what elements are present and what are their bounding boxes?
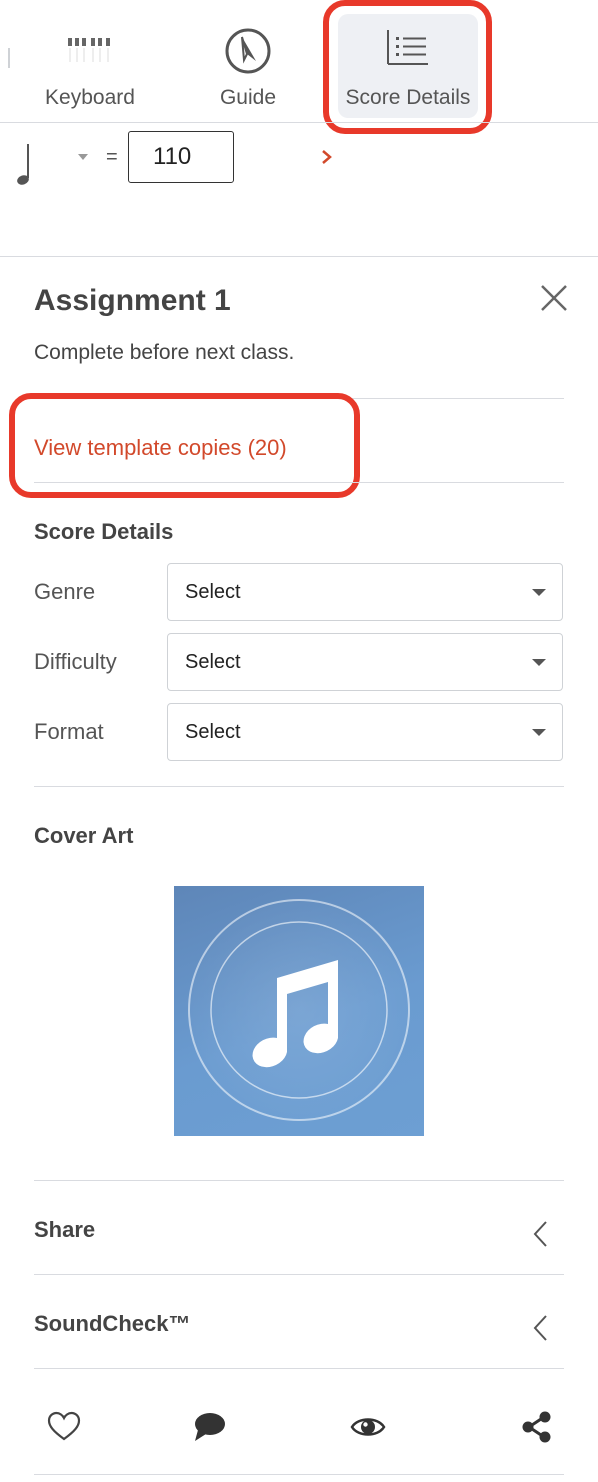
caret-down-icon bbox=[532, 589, 546, 596]
difficulty-select[interactable]: Select bbox=[167, 633, 563, 691]
toolbar-left-edge bbox=[8, 48, 10, 68]
tab-keyboard[interactable]: Keyboard bbox=[20, 0, 160, 122]
genre-select[interactable]: Select bbox=[167, 563, 563, 621]
note-dropdown-caret-icon[interactable] bbox=[78, 154, 88, 160]
genre-select-value: Select bbox=[185, 581, 241, 603]
share-icon[interactable] bbox=[520, 1410, 554, 1444]
difficulty-label: Difficulty bbox=[34, 649, 117, 674]
comment-icon[interactable] bbox=[192, 1410, 226, 1444]
close-icon[interactable] bbox=[540, 284, 568, 317]
assignment-title: Assignment 1 bbox=[34, 284, 231, 317]
assignment-description: Complete before next class. bbox=[34, 341, 295, 364]
divider bbox=[34, 1368, 564, 1369]
bottom-divider bbox=[34, 1474, 564, 1475]
tempo-divider bbox=[0, 256, 598, 257]
tempo-equals: = bbox=[106, 146, 118, 168]
music-note-icon bbox=[188, 899, 410, 1121]
share-label: Share bbox=[34, 1217, 96, 1242]
caret-down-icon bbox=[532, 729, 546, 736]
toolbar: Keyboard Guide Score Details bbox=[0, 0, 598, 134]
soundcheck-label: SoundCheck™ bbox=[34, 1311, 191, 1336]
compass-icon bbox=[223, 26, 273, 81]
format-select[interactable]: Select bbox=[167, 703, 563, 761]
score-details-heading: Score Details bbox=[34, 519, 174, 544]
genre-label: Genre bbox=[34, 579, 96, 604]
caret-down-icon bbox=[532, 659, 546, 666]
tab-keyboard-label: Keyboard bbox=[45, 86, 135, 109]
divider bbox=[34, 786, 564, 787]
divider bbox=[34, 482, 564, 483]
eye-icon[interactable] bbox=[350, 1410, 386, 1444]
format-select-value: Select bbox=[185, 721, 241, 743]
chevron-left-icon[interactable] bbox=[532, 1220, 548, 1248]
format-label: Format bbox=[34, 719, 104, 744]
heart-icon[interactable] bbox=[47, 1410, 81, 1444]
tab-guide[interactable]: Guide bbox=[185, 0, 311, 122]
share-row[interactable] bbox=[34, 1181, 564, 1274]
keyboard-icon bbox=[66, 36, 114, 69]
tab-guide-label: Guide bbox=[219, 86, 277, 109]
toolbar-divider bbox=[0, 122, 598, 123]
highlight-score-details bbox=[323, 0, 492, 134]
chevron-right-icon[interactable] bbox=[320, 148, 334, 171]
quarter-note-icon bbox=[14, 140, 36, 193]
cover-art-heading: Cover Art bbox=[34, 823, 134, 848]
tempo-input[interactable]: 110 bbox=[128, 131, 234, 183]
cover-art-image[interactable] bbox=[174, 886, 424, 1136]
chevron-left-icon[interactable] bbox=[532, 1314, 548, 1342]
difficulty-select-value: Select bbox=[185, 651, 241, 673]
